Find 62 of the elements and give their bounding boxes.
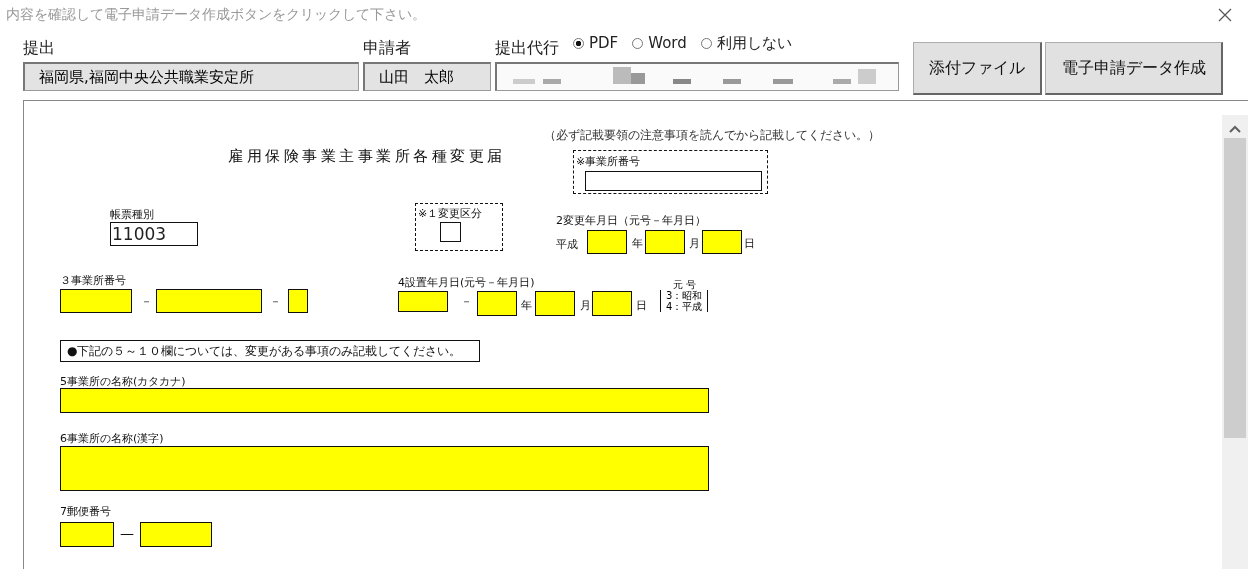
close-icon[interactable] xyxy=(1218,8,1232,22)
era-input[interactable] xyxy=(398,291,448,312)
unit-label: 月 xyxy=(689,236,700,251)
name-kana-input[interactable] xyxy=(60,388,709,413)
scroll-up-icon[interactable] xyxy=(1229,125,1241,133)
radio-option[interactable]: PDF xyxy=(573,34,619,52)
instruction-note: （必ず記載要領の注意事項を読んでから記載してください。） xyxy=(544,127,880,144)
office-number-input[interactable] xyxy=(288,289,308,313)
postal-code-input[interactable] xyxy=(60,522,114,547)
field-label: ※１変更区分 xyxy=(418,206,483,221)
scrollbar[interactable] xyxy=(1222,115,1248,569)
field-label: ３事業所番号 xyxy=(60,273,126,288)
radio-icon[interactable] xyxy=(700,37,712,49)
legend-item: 4：平成 xyxy=(666,301,703,312)
field-label: 申請者 xyxy=(363,37,412,59)
form-type-field: 11003 xyxy=(110,222,198,246)
unit-label: 日 xyxy=(744,236,755,251)
unit-label: 月 xyxy=(580,298,591,313)
agent-field[interactable] xyxy=(495,62,899,91)
change-type-input[interactable] xyxy=(440,222,461,242)
radio-option[interactable]: Word xyxy=(632,34,687,52)
office-number-input[interactable] xyxy=(585,171,762,191)
day-input[interactable] xyxy=(702,230,742,254)
month-input[interactable] xyxy=(645,230,685,254)
legend-heading: 元 号 xyxy=(672,279,696,290)
field-label: 提出代行 xyxy=(495,37,559,59)
attach-file-button[interactable]: 添付ファイル xyxy=(913,42,1042,95)
separator: － xyxy=(270,294,281,309)
scrollbar-thumb[interactable] xyxy=(1224,138,1246,438)
field-label: 2変更年月日（元号－年月日） xyxy=(556,213,706,228)
form-title: 雇用保険事業主事業所各種変更届 xyxy=(228,147,506,166)
year-input[interactable] xyxy=(587,230,627,254)
legend-item: 3：昭和 xyxy=(666,290,703,301)
applicant-field[interactable]: 山田 太郎 xyxy=(363,62,491,91)
unit-label: 年 xyxy=(632,236,643,251)
field-label: ※事業所番号 xyxy=(576,154,641,169)
name-kanji-input[interactable] xyxy=(60,446,709,491)
separator: — xyxy=(120,525,134,541)
field-label: 7郵便番号 xyxy=(60,504,111,519)
radio-icon[interactable] xyxy=(573,37,584,49)
radio-icon[interactable] xyxy=(632,37,644,49)
notice-box: ●下記の５～１０欄については、変更がある事項のみ記載してください。 xyxy=(60,340,480,362)
separator: － xyxy=(141,294,152,309)
unit-label: 年 xyxy=(521,298,532,313)
office-number-input[interactable] xyxy=(60,289,132,313)
year-input[interactable] xyxy=(477,291,517,316)
field-label: 4設置年月日(元号－年月日) xyxy=(398,275,535,290)
office-field[interactable]: 福岡県,福岡中央公共職業安定所 xyxy=(23,62,359,91)
postal-code-input[interactable] xyxy=(140,522,212,547)
field-label: 帳票種別 xyxy=(110,207,154,222)
office-number-input[interactable] xyxy=(156,289,262,313)
day-input[interactable] xyxy=(592,291,632,316)
month-input[interactable] xyxy=(535,291,575,316)
field-label: 5事業所の名称(カタカナ) xyxy=(60,374,186,389)
separator: － xyxy=(461,294,472,309)
unit-label: 日 xyxy=(636,298,647,313)
era-label: 平成 xyxy=(556,237,578,252)
window-title: 内容を確認して電子申請データ作成ボタンをクリックして下さい。 xyxy=(6,6,426,24)
field-label: 6事業所の名称(漢字) xyxy=(60,431,164,446)
field-label: 提出 xyxy=(23,37,56,59)
radio-option[interactable]: 利用しない xyxy=(700,33,792,53)
create-data-button[interactable]: 電子申請データ作成 xyxy=(1045,42,1223,95)
